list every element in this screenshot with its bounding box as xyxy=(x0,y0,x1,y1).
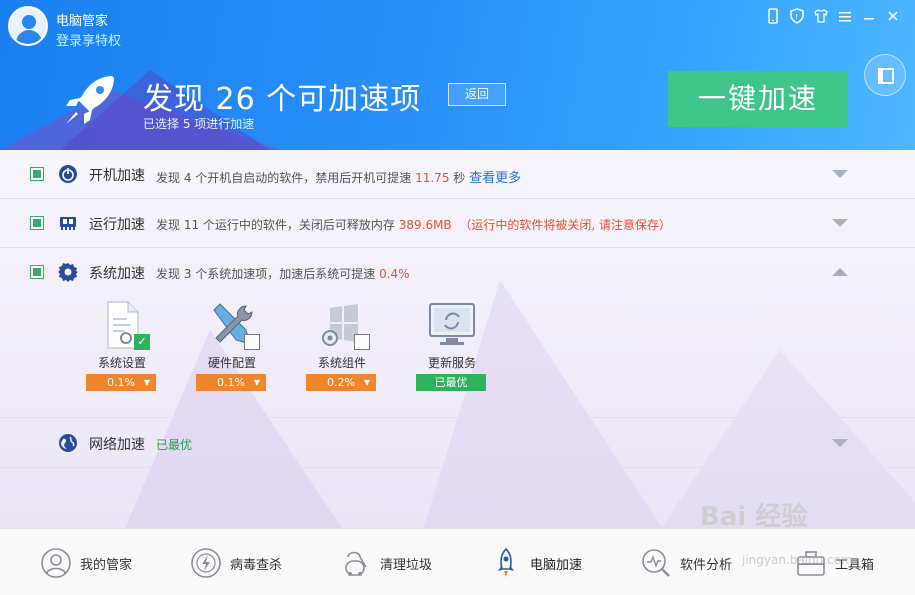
network-status: 已最优 xyxy=(156,438,193,452)
row-description: 发现 3 个系统加速项，加速后系统可提速 0.4% xyxy=(156,265,410,282)
run-accelerate-checkbox[interactable] xyxy=(30,216,44,230)
row-title: 运行加速 xyxy=(89,217,145,233)
avatar-head xyxy=(22,15,36,29)
view-more-link[interactable]: 查看更多 xyxy=(469,171,521,186)
hardware-config-checkbox[interactable] xyxy=(244,334,260,350)
dropdown-arrow-icon: ▼ xyxy=(363,378,370,387)
nav-toolbox[interactable]: 工具箱 xyxy=(795,547,874,579)
row-system-accelerate: 系统加速 发现 3 个系统加速项，加速后系统可提速 0.4% ✓ 系统设置 0.… xyxy=(0,248,915,418)
boot-time-value: 11.75 xyxy=(415,171,450,185)
headline: 发现 26 个可加速项 xyxy=(143,82,422,117)
exit-icon xyxy=(878,68,894,84)
nav-label: 软件分析 xyxy=(680,557,733,573)
menu-icon[interactable] xyxy=(837,8,853,24)
row-network-accelerate: 网络加速 已最优 xyxy=(0,418,915,468)
item-hardware-config[interactable]: 硬件配置 0.1% ▼ xyxy=(196,300,268,391)
memory-chip-icon xyxy=(60,217,76,230)
sub-headline: 已选择 5 项进行加速 xyxy=(143,117,255,131)
nav-virus-scan[interactable]: 病毒查杀 xyxy=(190,547,282,579)
nav-my-manager[interactable]: 我的管家 xyxy=(40,547,132,579)
acceleration-list: 开机加速 发现 4 个开机自启动的软件，禁用后开机可提速 11.75 秒 查看更… xyxy=(0,150,915,528)
nav-pc-accelerate[interactable]: 电脑加速 xyxy=(490,547,582,579)
nav-software-analysis[interactable]: 软件分析 xyxy=(640,547,732,579)
app-title: 电脑管家 xyxy=(56,14,109,29)
system-settings-checkbox[interactable]: ✓ xyxy=(134,334,150,350)
item-system-settings[interactable]: ✓ 系统设置 0.1% ▼ xyxy=(86,300,158,391)
nav-label: 电脑加速 xyxy=(530,557,583,573)
power-icon xyxy=(59,165,77,183)
globe-icon xyxy=(59,434,77,452)
gear-icon xyxy=(58,263,78,282)
monitor-refresh-icon xyxy=(426,300,478,350)
desc-text: 发现 4 个开机自启动的软件，禁用后开机可提速 xyxy=(156,171,416,185)
analysis-icon xyxy=(642,549,670,577)
update-service-status: 已最优 xyxy=(416,374,486,391)
nav-label: 我的管家 xyxy=(80,557,133,573)
row-description: 已最优 xyxy=(156,436,192,453)
item-name: 系统设置 xyxy=(97,356,146,370)
login-link[interactable]: 登录享特权 xyxy=(56,30,121,49)
row-boot-accelerate: 开机加速 发现 4 个开机自启动的软件，禁用后开机可提速 11.75 秒 查看更… xyxy=(0,150,915,199)
window-controls: ! xyxy=(765,8,901,24)
memory-value: 389.6MB xyxy=(398,218,452,232)
item-name: 更新服务 xyxy=(427,356,476,370)
warning-text: （运行中的软件将被关闭, 请注意保存） xyxy=(459,218,671,232)
row-title: 系统加速 xyxy=(89,266,145,282)
header: 电脑管家 登录享特权 ! 发现 26 个可加速项 已选择 5 项进行加速 返回 … xyxy=(0,0,915,150)
nav-label: 工具箱 xyxy=(835,557,875,573)
desc-text: 发现 3 个系统加速项，加速后系统可提速 xyxy=(156,267,380,281)
nav-label: 清理垃圾 xyxy=(380,557,433,573)
back-button[interactable]: 返回 xyxy=(448,83,506,106)
item-name: 系统组件 xyxy=(317,356,366,370)
shirt-icon[interactable] xyxy=(813,8,829,24)
desc-text: 秒 xyxy=(449,171,470,185)
row-title: 网络加速 xyxy=(89,437,145,453)
avatar-icon xyxy=(41,548,71,578)
system-speed-value: 0.4% xyxy=(379,267,410,281)
system-components-value-dropdown[interactable]: 0.2% ▼ xyxy=(306,374,376,391)
desc-text: 发现 11 个运行中的软件，关闭后可释放内存 xyxy=(156,218,399,232)
vacuum-icon xyxy=(345,551,367,576)
avatar-body xyxy=(16,30,42,44)
shield-icon[interactable]: ! xyxy=(789,8,805,24)
hardware-config-value-dropdown[interactable]: 0.1% ▼ xyxy=(196,374,266,391)
row-run-accelerate: 运行加速 发现 11 个运行中的软件，关闭后可释放内存 389.6MB （运行中… xyxy=(0,199,915,248)
user-avatar[interactable] xyxy=(8,6,48,46)
expand-chevron-icon[interactable] xyxy=(832,219,848,227)
item-value: 0.2% xyxy=(327,376,355,389)
item-system-components[interactable]: 系统组件 0.2% ▼ xyxy=(306,300,378,391)
rocket-icon xyxy=(498,547,514,577)
windows-gear-icon xyxy=(316,300,370,350)
system-accelerate-checkbox[interactable] xyxy=(30,265,44,279)
one-click-accelerate-button[interactable]: 一键加速 xyxy=(668,71,848,127)
row-description: 发现 11 个运行中的软件，关闭后可释放内存 389.6MB （运行中的软件将被… xyxy=(156,216,671,233)
expand-chevron-icon[interactable] xyxy=(832,439,848,447)
item-update-service: 更新服务 已最优 xyxy=(416,300,488,391)
system-settings-value-dropdown[interactable]: 0.1% ▼ xyxy=(86,374,156,391)
lightning-shield-icon xyxy=(191,548,221,578)
item-name: 硬件配置 xyxy=(207,356,256,370)
collapse-chevron-icon[interactable] xyxy=(832,268,848,276)
item-value: 0.1% xyxy=(107,376,135,389)
row-description: 发现 4 个开机自启动的软件，禁用后开机可提速 11.75 秒 查看更多 xyxy=(156,167,521,186)
phone-icon[interactable] xyxy=(765,8,781,24)
exit-panel-button[interactable] xyxy=(864,54,906,96)
dropdown-arrow-icon: ▼ xyxy=(143,378,150,387)
minimize-icon[interactable] xyxy=(861,8,877,24)
close-icon[interactable] xyxy=(885,8,901,24)
toolbox-icon xyxy=(797,551,825,576)
system-components-checkbox[interactable] xyxy=(354,334,370,350)
bottom-nav: 我的管家 病毒查杀 清理垃圾 电脑加速 软件分析 工具箱 xyxy=(0,528,915,595)
nav-label: 病毒查杀 xyxy=(230,557,283,573)
dropdown-arrow-icon: ▼ xyxy=(253,378,260,387)
svg-text:!: ! xyxy=(795,13,798,21)
rocket-icon xyxy=(66,76,114,124)
row-title: 开机加速 xyxy=(89,168,145,184)
item-value: 0.1% xyxy=(217,376,245,389)
boot-accelerate-checkbox[interactable] xyxy=(30,167,44,181)
settings-document-icon: ✓ xyxy=(96,300,150,350)
tools-icon xyxy=(206,300,260,350)
expand-chevron-icon[interactable] xyxy=(832,170,848,178)
nav-clean-junk[interactable]: 清理垃圾 xyxy=(340,547,432,579)
